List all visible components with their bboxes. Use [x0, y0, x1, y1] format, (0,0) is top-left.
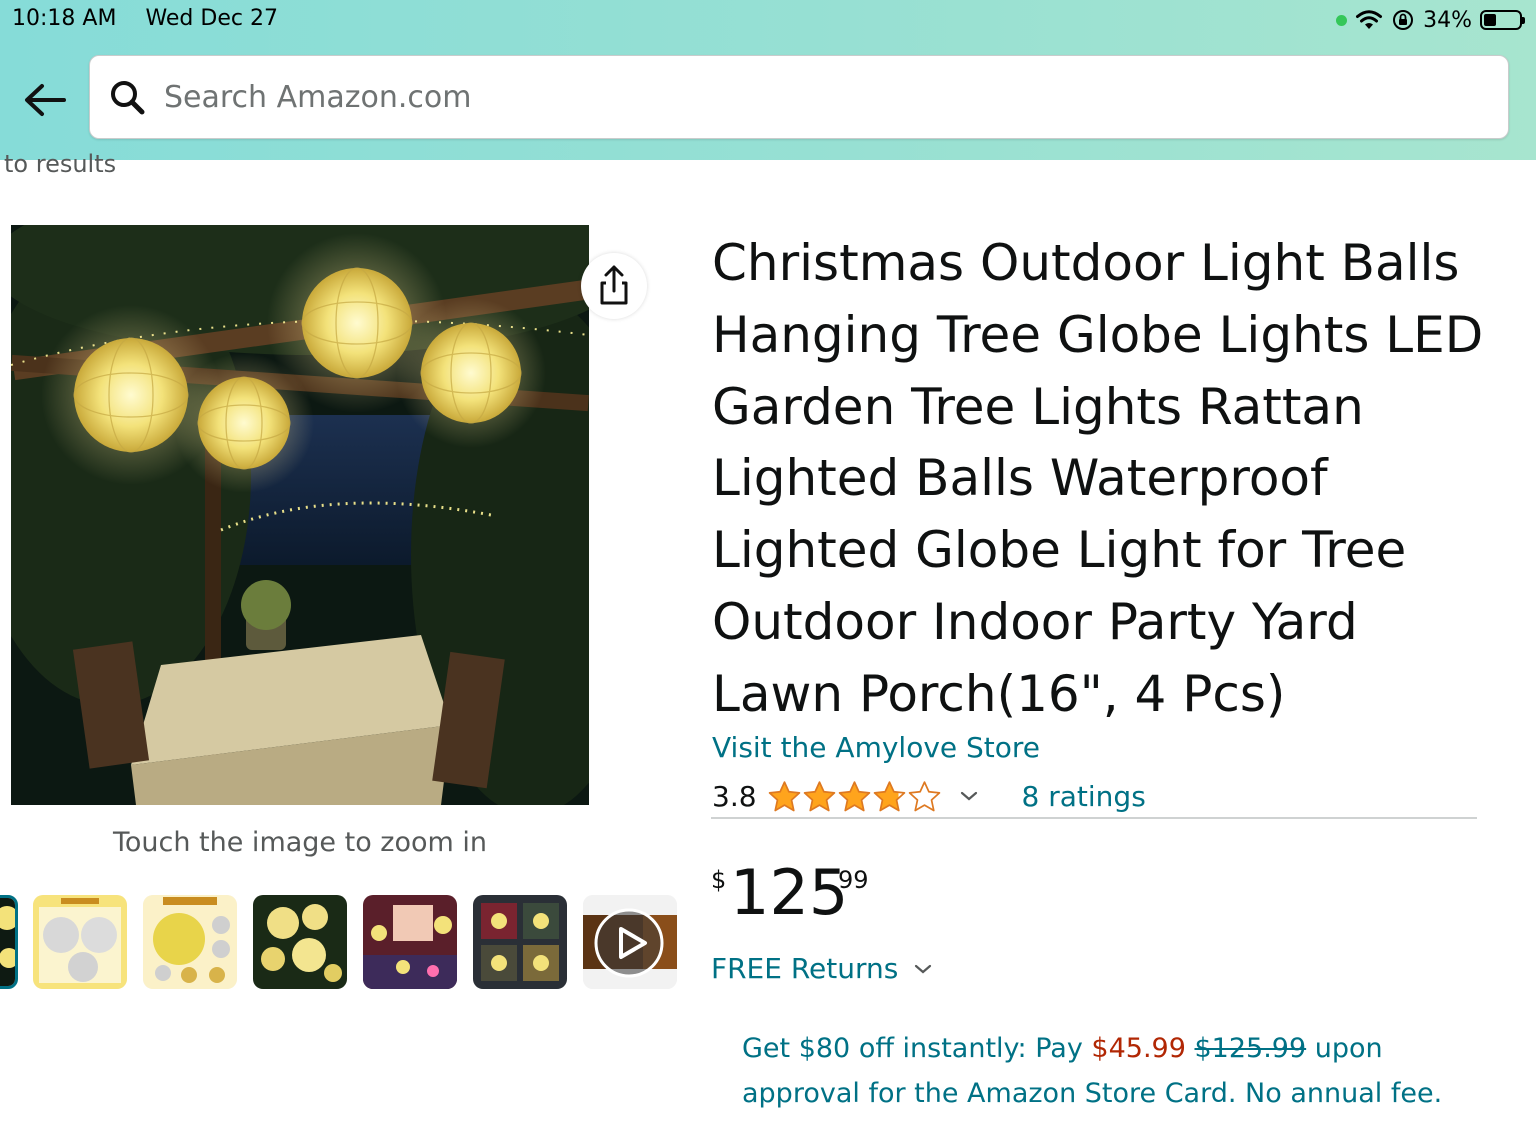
thumbnail-image: [33, 895, 127, 989]
ratings-count-link[interactable]: 8 ratings: [1022, 780, 1146, 813]
star-icon: [768, 781, 800, 812]
star-icon: [838, 781, 870, 812]
thumbnail-1[interactable]: [0, 895, 18, 989]
thumbnail-image: [0, 898, 15, 986]
orientation-lock-icon: [1393, 10, 1414, 30]
search-icon: [111, 81, 145, 115]
free-returns-link[interactable]: FREE Returns: [711, 952, 932, 985]
star-icon: [908, 781, 940, 812]
free-returns-label: FREE Returns: [711, 952, 899, 985]
thumbnail-image: [473, 895, 567, 989]
wifi-icon: [1356, 10, 1383, 29]
status-date: Wed Dec 27: [145, 6, 278, 31]
promo-new-price: $45.99: [1091, 1033, 1186, 1064]
back-to-results-link[interactable]: to results: [4, 150, 116, 178]
share-icon: [600, 265, 628, 305]
rating-row: 3.8 8 ratings: [712, 776, 1146, 816]
thumbnail-5[interactable]: [363, 895, 457, 989]
back-arrow-icon[interactable]: [22, 80, 68, 120]
battery-percent: 34%: [1423, 7, 1472, 33]
product-photo: [11, 225, 589, 805]
promo-old-price: $125.99: [1194, 1033, 1307, 1064]
thumbnail-video[interactable]: [583, 895, 677, 989]
chevron-down-icon: [915, 964, 932, 973]
rating-value: 3.8: [712, 779, 757, 813]
status-bar-left: 10:18 AM Wed Dec 27: [12, 6, 300, 31]
price-symbol: $: [711, 866, 727, 894]
status-bar-right: 34%: [1336, 6, 1525, 34]
divider: [711, 817, 1477, 819]
product-title: Christmas Outdoor Light Balls Hanging Tr…: [712, 234, 1484, 723]
star-icon: [873, 781, 905, 812]
battery-icon: [1480, 10, 1525, 30]
search-bar[interactable]: [89, 55, 1509, 139]
thumbnail-image: [363, 895, 457, 989]
search-input[interactable]: [164, 72, 1484, 122]
thumbnail-image: [143, 895, 237, 989]
share-button[interactable]: [581, 253, 647, 319]
star-rating[interactable]: [767, 780, 942, 812]
zoom-hint: Touch the image to zoom in: [112, 827, 488, 858]
play-icon: [594, 908, 664, 978]
visit-store-link[interactable]: Visit the Amylove Store: [712, 731, 1040, 764]
thumbnail-4[interactable]: [253, 895, 347, 989]
product-main-image[interactable]: [11, 225, 589, 805]
star-icon: [803, 781, 835, 812]
camera-indicator-icon: [1336, 14, 1348, 26]
promo-prefix: Get $80 off instantly: Pay: [742, 1033, 1092, 1064]
thumbnail-image: [253, 895, 347, 989]
price-whole: 125: [730, 856, 849, 929]
price-fraction: 99: [838, 866, 869, 894]
thumbnail-3[interactable]: [143, 895, 237, 989]
thumbnail-2[interactable]: [33, 895, 127, 989]
chevron-down-icon[interactable]: [960, 790, 978, 802]
top-bar: 10:18 AM Wed Dec 27 34%: [0, 0, 1536, 160]
status-time: 10:18 AM: [12, 6, 117, 31]
thumbnail-6[interactable]: [473, 895, 567, 989]
store-card-promo[interactable]: Get $80 off instantly: Pay $45.99 $125.9…: [742, 1026, 1502, 1116]
